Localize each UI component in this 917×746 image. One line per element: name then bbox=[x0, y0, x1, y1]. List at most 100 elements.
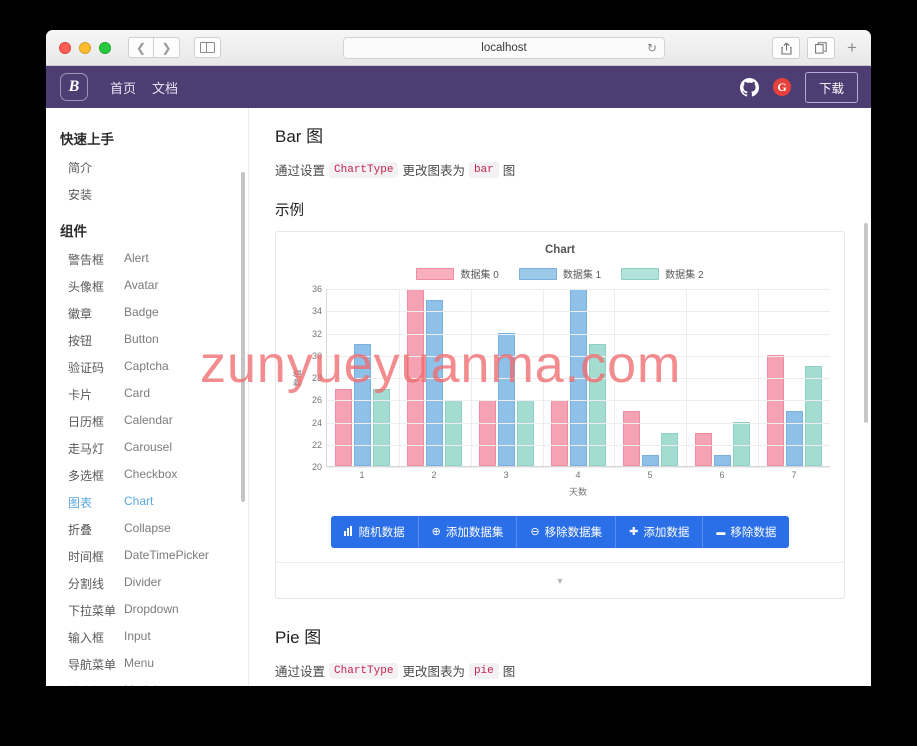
legend-item-2[interactable]: 数据集 2 bbox=[621, 266, 703, 281]
sidebar-item-label-en: Modal bbox=[124, 683, 157, 686]
sidebar-scrollbar[interactable] bbox=[241, 172, 245, 502]
sidebar-item-menu[interactable]: 导航菜单 Menu bbox=[46, 651, 249, 678]
demo-expand-footer[interactable]: ▼ bbox=[276, 562, 844, 598]
chart-bar[interactable] bbox=[426, 300, 443, 466]
add-dataset-button[interactable]: ⊕ 添加数据集 bbox=[419, 516, 518, 548]
sidebar-item-captcha[interactable]: 验证码 Captcha bbox=[46, 354, 249, 381]
chart-bar[interactable] bbox=[714, 455, 731, 466]
chart-bar[interactable] bbox=[695, 433, 712, 466]
chart-bar[interactable] bbox=[354, 344, 371, 466]
sidebar-item-label-en: Alert bbox=[124, 251, 149, 268]
sidebar-item-modal[interactable]: 模态框 Modal bbox=[46, 678, 249, 686]
y-axis-tick: 32 bbox=[312, 329, 322, 339]
sidebar-item-alert[interactable]: 警告框 Alert bbox=[46, 246, 249, 273]
sidebar-item-intro[interactable]: 简介 bbox=[46, 154, 249, 181]
add-dataset-label: 添加数据集 bbox=[446, 524, 504, 540]
x-axis-tick: 3 bbox=[470, 470, 542, 480]
y-axis-tick: 28 bbox=[312, 373, 322, 383]
y-axis-tick: 34 bbox=[312, 306, 322, 316]
sidebar-item-dropdown[interactable]: 下拉菜单 Dropdown bbox=[46, 597, 249, 624]
desc-code-charttype: ChartType bbox=[329, 663, 398, 679]
vertical-gridline bbox=[614, 289, 615, 466]
chart-bar[interactable] bbox=[661, 433, 678, 466]
minimize-window-button[interactable] bbox=[79, 42, 91, 54]
chart-bar[interactable] bbox=[642, 455, 659, 466]
sidebar-item-label-en: Chart bbox=[124, 494, 153, 511]
sidebar-item-label-cn: 头像框 bbox=[68, 278, 124, 295]
reload-icon[interactable]: ↻ bbox=[647, 41, 657, 55]
sidebar-item-label: 安装 bbox=[68, 186, 124, 203]
chart-title: Chart bbox=[290, 244, 830, 256]
address-bar[interactable]: localhost ↻ bbox=[343, 37, 665, 59]
horizontal-gridline bbox=[327, 423, 830, 424]
legend-label-0: 数据集 0 bbox=[460, 266, 498, 281]
gitee-icon[interactable]: G bbox=[773, 78, 791, 96]
share-button[interactable] bbox=[772, 37, 800, 59]
sidebar-item-avatar[interactable]: 头像框 Avatar bbox=[46, 273, 249, 300]
close-window-button[interactable] bbox=[59, 42, 71, 54]
sidebar-item-divider[interactable]: 分割线 Divider bbox=[46, 570, 249, 597]
sidebar-item-label-cn: 折叠 bbox=[68, 521, 124, 538]
bar-chart-demo-card: Chart 数据集 0 数据集 1 数据集 2 bbox=[275, 231, 845, 599]
nav-link-docs[interactable]: 文档 bbox=[152, 78, 178, 97]
docs-content: Bar 图 通过设置 ChartType 更改图表为 bar 图 示例 Char… bbox=[249, 108, 871, 686]
chart-legend: 数据集 0 数据集 1 数据集 2 bbox=[290, 266, 830, 281]
page-title-bar: Bar 图 bbox=[275, 122, 845, 147]
chart-bar[interactable] bbox=[589, 344, 606, 466]
remove-data-button[interactable]: ▬ 移除数据 bbox=[703, 516, 789, 548]
vertical-gridline bbox=[686, 289, 687, 466]
remove-dataset-button[interactable]: ⊖ 移除数据集 bbox=[517, 516, 616, 548]
back-button[interactable]: ❮ bbox=[128, 37, 154, 58]
maximize-window-button[interactable] bbox=[99, 42, 111, 54]
minus-circle-icon: ⊖ bbox=[530, 527, 539, 538]
new-tab-button[interactable]: + bbox=[841, 37, 863, 59]
chart-bar[interactable] bbox=[479, 400, 496, 466]
chart-bar[interactable] bbox=[517, 400, 534, 466]
chart-bar[interactable] bbox=[805, 366, 822, 466]
forward-button[interactable]: ❯ bbox=[154, 37, 180, 58]
sidebar-item-badge[interactable]: 徽章 Badge bbox=[46, 300, 249, 327]
sidebar-item-chart[interactable]: 图表 Chart bbox=[46, 489, 249, 516]
remove-dataset-label: 移除数据集 bbox=[545, 524, 603, 540]
sidebar-item-carousel[interactable]: 走马灯 Carousel bbox=[46, 435, 249, 462]
navbar-links: 首页 文档 bbox=[110, 78, 178, 97]
sidebar-item-input[interactable]: 输入框 Input bbox=[46, 624, 249, 651]
plus-icon: ✚ bbox=[629, 527, 638, 538]
chart-bar[interactable] bbox=[551, 400, 568, 466]
horizontal-gridline bbox=[327, 356, 830, 357]
sidebar-item-collapse[interactable]: 折叠 Collapse bbox=[46, 516, 249, 543]
content-scrollbar[interactable] bbox=[864, 223, 868, 423]
chart-bar[interactable] bbox=[623, 411, 640, 466]
sidebar-item-checkbox[interactable]: 多选框 Checkbox bbox=[46, 462, 249, 489]
legend-swatch-1 bbox=[519, 268, 557, 280]
legend-swatch-0 bbox=[416, 268, 454, 280]
chart-bar[interactable] bbox=[786, 411, 803, 466]
sidebar-item-calendar[interactable]: 日历框 Calendar bbox=[46, 408, 249, 435]
remove-data-label: 移除数据 bbox=[730, 524, 776, 540]
x-axis-tick: 7 bbox=[758, 470, 830, 480]
desc-prefix: 通过设置 bbox=[275, 160, 325, 179]
nav-link-home[interactable]: 首页 bbox=[110, 78, 136, 97]
sidebar-item-datetimepicker[interactable]: 时间框 DateTimePicker bbox=[46, 543, 249, 570]
plus-circle-icon: ⊕ bbox=[432, 527, 441, 538]
desc-middle: 更改图表为 bbox=[402, 661, 465, 680]
sidebar-item-install[interactable]: 安装 bbox=[46, 181, 249, 208]
sidebar-item-card[interactable]: 卡片 Card bbox=[46, 381, 249, 408]
x-axis-tick: 5 bbox=[614, 470, 686, 480]
tab-overview-button[interactable] bbox=[807, 37, 835, 59]
github-icon[interactable] bbox=[740, 78, 759, 97]
add-data-button[interactable]: ✚ 添加数据 bbox=[616, 516, 703, 548]
chart-toolbar: 随机数据 ⊕ 添加数据集 ⊖ 移除数据集 ✚ bbox=[290, 516, 830, 548]
random-data-button[interactable]: 随机数据 bbox=[331, 516, 419, 548]
legend-item-1[interactable]: 数据集 1 bbox=[519, 266, 601, 281]
chart-bar[interactable] bbox=[445, 400, 462, 466]
chart-y-axis-label: 数值 bbox=[290, 289, 304, 467]
sidebar-item-label-cn: 分割线 bbox=[68, 575, 124, 592]
sidebar-toggle-button[interactable] bbox=[194, 37, 221, 58]
download-button[interactable]: 下载 bbox=[805, 72, 858, 103]
app-logo[interactable]: B bbox=[60, 73, 88, 101]
chart-bar[interactable] bbox=[767, 355, 784, 466]
sidebar-group-title-quickstart: 快速上手 bbox=[46, 122, 249, 154]
sidebar-item-button[interactable]: 按钮 Button bbox=[46, 327, 249, 354]
legend-item-0[interactable]: 数据集 0 bbox=[416, 266, 498, 281]
